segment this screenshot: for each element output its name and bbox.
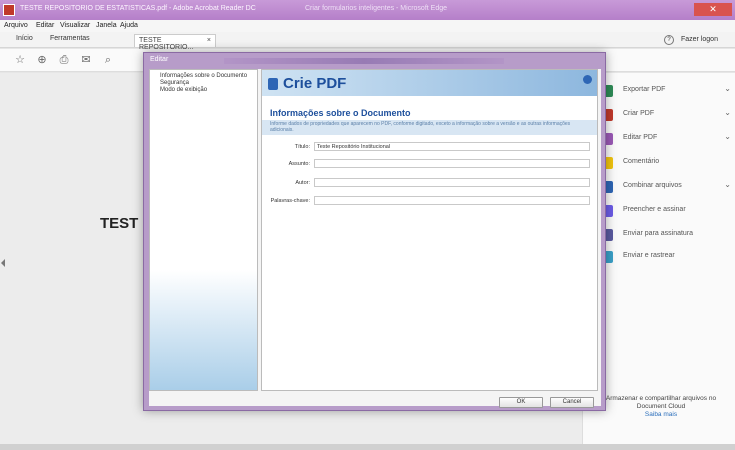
dialog-body: Informações sobre o Documento Segurança …: [149, 69, 601, 408]
search-icon[interactable]: ⌕: [102, 54, 114, 66]
menu-ajuda[interactable]: Ajuda: [120, 22, 138, 29]
menu-bar: Arquivo Editar Visualizar Janela Ajuda: [0, 20, 735, 32]
nav-item-security[interactable]: Segurança: [160, 80, 247, 87]
banner-badge-icon: [583, 75, 592, 84]
document-info-pane: Crie PDF Informações sobre o Documento I…: [261, 69, 598, 391]
nav-background: [150, 270, 257, 390]
acrobat-app-icon: [3, 4, 15, 16]
document-properties-dialog: Editar Informações sobre o Documento Seg…: [143, 52, 606, 411]
tool-combine-files[interactable]: Combinar arquivos ⌄: [601, 179, 731, 195]
tool-send-track[interactable]: Enviar e rastrear: [601, 249, 731, 265]
keywords-field-row: Palavras-chave:: [262, 196, 597, 206]
tab-bar: Início Ferramentas TESTE REPOSITORIO... …: [0, 32, 735, 51]
menu-editar[interactable]: Editar: [36, 22, 54, 29]
menu-arquivo[interactable]: Arquivo: [4, 22, 28, 29]
tool-label: Preencher e assinar: [623, 206, 686, 213]
document-cloud-promo: Armazenar e compartilhar arquivos no Doc…: [591, 395, 731, 419]
dialog-title-decoration: [224, 58, 504, 64]
nav-item-document-info[interactable]: Informações sobre o Documento: [160, 73, 247, 80]
author-field-label: Autor:: [295, 180, 310, 186]
tool-label: Exportar PDF: [623, 86, 666, 93]
tab-document[interactable]: TESTE REPOSITORIO... ×: [134, 34, 216, 51]
tool-label: Editar PDF: [623, 134, 658, 141]
dialog-nav: Informações sobre o Documento Segurança …: [149, 69, 258, 391]
menu-visualizar[interactable]: Visualizar: [60, 22, 90, 29]
tab-home[interactable]: Início: [16, 35, 33, 42]
ok-button[interactable]: OK: [499, 397, 543, 408]
subject-field-row: Assunto:: [262, 159, 597, 169]
tool-send-signature[interactable]: Enviar para assinatura: [601, 227, 731, 243]
create-pdf-logo-icon: [268, 78, 278, 90]
tool-edit-pdf[interactable]: Editar PDF ⌄: [601, 131, 731, 147]
banner-title: Crie PDF: [283, 75, 347, 92]
cancel-button[interactable]: Cancel: [550, 397, 594, 408]
tool-label: Enviar para assinatura: [623, 230, 694, 237]
help-icon[interactable]: ?: [664, 35, 674, 45]
author-field-row: Autor:: [262, 178, 597, 188]
keywords-field[interactable]: [314, 196, 590, 205]
email-icon[interactable]: ✉: [80, 54, 92, 66]
chevron-down-icon[interactable]: ⌄: [724, 180, 731, 189]
chevron-down-icon[interactable]: ⌄: [724, 108, 731, 117]
learn-more-link[interactable]: Saiba mais: [591, 411, 731, 419]
tool-fill-sign[interactable]: Preencher e assinar: [601, 203, 731, 219]
tool-comment[interactable]: Comentário: [601, 155, 731, 171]
menu-janela[interactable]: Janela: [96, 22, 117, 29]
title-field-label: Título:: [294, 144, 310, 150]
title-field[interactable]: [314, 142, 590, 151]
collapse-left-arrow-icon[interactable]: [1, 259, 5, 267]
window-titlebar: TESTE REPOSITORIO DE ESTATISTICAS.pdf - …: [0, 0, 735, 20]
tool-export-pdf[interactable]: Exportar PDF ⌄: [601, 83, 731, 99]
close-tab-icon[interactable]: ×: [207, 37, 211, 44]
close-window-button[interactable]: ✕: [694, 3, 732, 16]
nav-item-display-mode[interactable]: Modo de exibição: [160, 87, 247, 94]
print-icon[interactable]: ⎙: [58, 54, 70, 66]
tool-label: Combinar arquivos: [623, 182, 682, 189]
tool-label: Enviar e rastrear: [623, 252, 675, 259]
title-field-row: Título:: [262, 142, 597, 152]
section-description: Informe dados de propriedades que aparec…: [262, 120, 597, 135]
subject-field[interactable]: [314, 159, 590, 168]
sign-in-link[interactable]: Fazer logon: [681, 36, 718, 43]
tool-label: Comentário: [623, 158, 660, 165]
section-title: Informações sobre o Documento: [270, 108, 411, 118]
tab-tools[interactable]: Ferramentas: [50, 35, 90, 42]
dialog-title: Editar: [150, 56, 169, 63]
subject-field-label: Assunto:: [288, 161, 310, 167]
chevron-down-icon[interactable]: ⌄: [724, 132, 731, 141]
upload-icon[interactable]: ⊕: [36, 54, 48, 66]
star-icon[interactable]: ☆: [14, 54, 26, 66]
tool-label: Criar PDF: [623, 110, 655, 117]
create-pdf-banner: Crie PDF: [262, 70, 597, 96]
keywords-field-label: Palavras-chave:: [270, 198, 310, 204]
promo-text: Armazenar e compartilhar arquivos no Doc…: [605, 395, 717, 410]
chevron-down-icon[interactable]: ⌄: [724, 84, 731, 93]
tool-create-pdf[interactable]: Criar PDF ⌄: [601, 107, 731, 123]
document-page-text: TEST: [100, 215, 139, 232]
status-strip: [0, 444, 735, 450]
window-caption: Criar formularios inteligentes - Microso…: [305, 5, 447, 12]
author-field[interactable]: [314, 178, 590, 187]
window-title: TESTE REPOSITORIO DE ESTATISTICAS.pdf - …: [20, 5, 256, 12]
